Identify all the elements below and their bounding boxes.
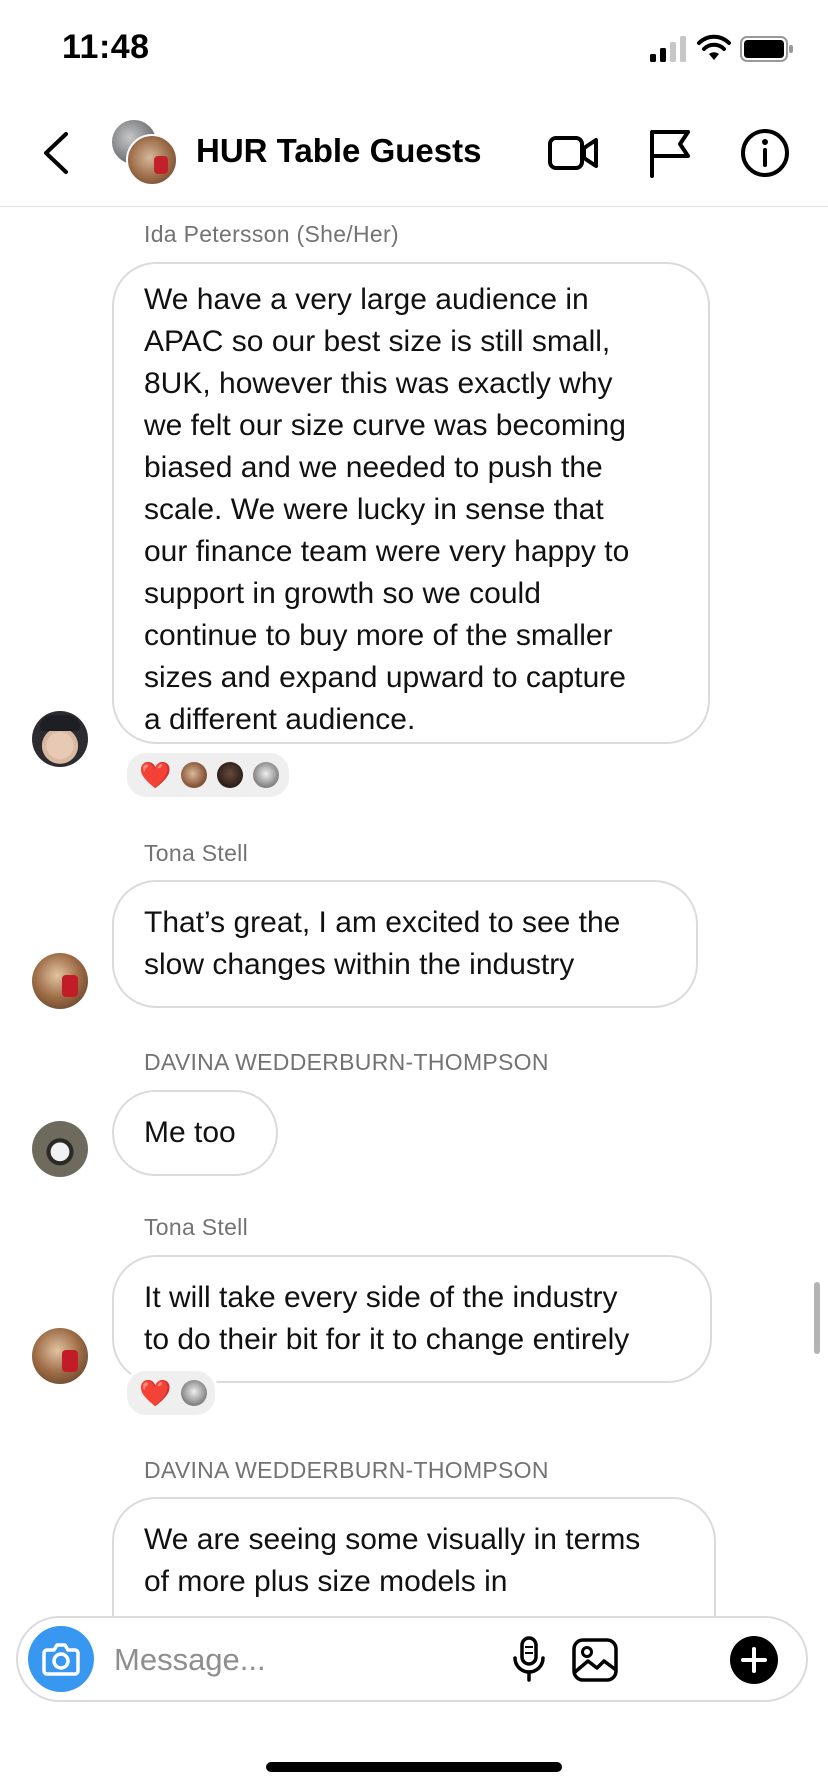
reactor-avatar	[253, 762, 279, 788]
message-text: to do their bit for it to change entirel…	[144, 1323, 630, 1356]
message-text: That’s great, I am excited to see the	[144, 906, 621, 939]
sender-name: DAVINA WEDDERBURN-THOMPSON	[144, 1049, 549, 1075]
message-text: support in growth so we could	[144, 577, 541, 610]
microphone-icon[interactable]	[504, 1634, 554, 1684]
sender-name: Tona Stell	[144, 1214, 249, 1240]
group-avatar[interactable]	[110, 118, 178, 186]
scroll-indicator[interactable]	[814, 1282, 820, 1354]
camera-button[interactable]	[28, 1626, 94, 1692]
reactor-avatar	[181, 762, 207, 788]
message-text: It will take every side of the industry	[144, 1281, 618, 1314]
battery-icon	[740, 36, 793, 62]
message-bubble[interactable]: That’s great, I am excited to see the sl…	[112, 880, 698, 1008]
status-bar: 11:48	[0, 0, 828, 100]
heart-reaction-icon: ❤️	[139, 1378, 172, 1408]
message-text: biased and we needed to push the	[144, 451, 603, 484]
avatar[interactable]	[32, 1121, 88, 1177]
chat-header: HUR Table Guests	[0, 100, 828, 207]
message-text: of more plus size models in	[144, 1565, 508, 1598]
reactor-avatar	[217, 762, 243, 788]
message-thread[interactable]: Ida Petersson (She/Her) We have a very l…	[0, 207, 828, 1617]
message-text: 8UK, however this was exactly why	[144, 367, 613, 400]
message-text: our finance team were very happy to	[144, 535, 630, 568]
message-text: We are seeing some visually in terms	[144, 1523, 641, 1556]
message-bubble[interactable]: Me too	[112, 1090, 278, 1176]
message-bubble[interactable]: We have a very large audience in APAC so…	[112, 262, 710, 744]
cellular-signal-icon	[650, 36, 686, 62]
message-text: a different audience.	[144, 703, 416, 736]
reactor-avatar	[181, 1380, 207, 1406]
home-indicator[interactable]	[266, 1762, 562, 1772]
sender-name: Ida Petersson (She/Her)	[144, 221, 399, 247]
plus-icon	[741, 1647, 767, 1673]
message-text: Me too	[144, 1116, 236, 1149]
reaction-bar[interactable]: ❤️	[124, 1368, 218, 1418]
status-time: 11:48	[62, 28, 150, 66]
message-bubble[interactable]: It will take every side of the industry …	[112, 1255, 712, 1383]
sender-name: Tona Stell	[144, 840, 249, 866]
add-button[interactable]	[730, 1636, 778, 1684]
image-icon[interactable]	[570, 1634, 620, 1684]
flag-icon[interactable]	[644, 126, 698, 180]
wifi-icon	[697, 34, 731, 60]
back-button[interactable]	[38, 128, 74, 178]
message-text: we felt our size curve was becoming	[144, 409, 626, 442]
message-text: We have a very large audience in	[144, 283, 589, 316]
camera-icon	[42, 1643, 80, 1676]
avatar[interactable]	[32, 1328, 88, 1384]
reaction-bar[interactable]: ❤️	[124, 750, 292, 800]
message-text: slow changes within the industry	[144, 948, 575, 981]
heart-reaction-icon: ❤️	[139, 760, 172, 790]
message-text: sizes and expand upward to capture	[144, 661, 626, 694]
message-text: scale. We were lucky in sense that	[144, 493, 604, 526]
sender-name: DAVINA WEDDERBURN-THOMPSON	[144, 1457, 549, 1483]
avatar[interactable]	[32, 953, 88, 1009]
info-icon[interactable]	[738, 126, 792, 180]
message-bubble[interactable]: We are seeing some visually in terms of …	[112, 1497, 716, 1617]
message-text: APAC so our best size is still small,	[144, 325, 611, 358]
message-text: continue to buy more of the smaller	[144, 619, 613, 652]
video-camera-icon[interactable]	[546, 126, 600, 180]
avatar[interactable]	[32, 711, 88, 767]
group-avatar-member	[126, 134, 178, 186]
chat-title[interactable]: HUR Table Guests	[196, 132, 481, 170]
message-composer	[16, 1616, 808, 1702]
